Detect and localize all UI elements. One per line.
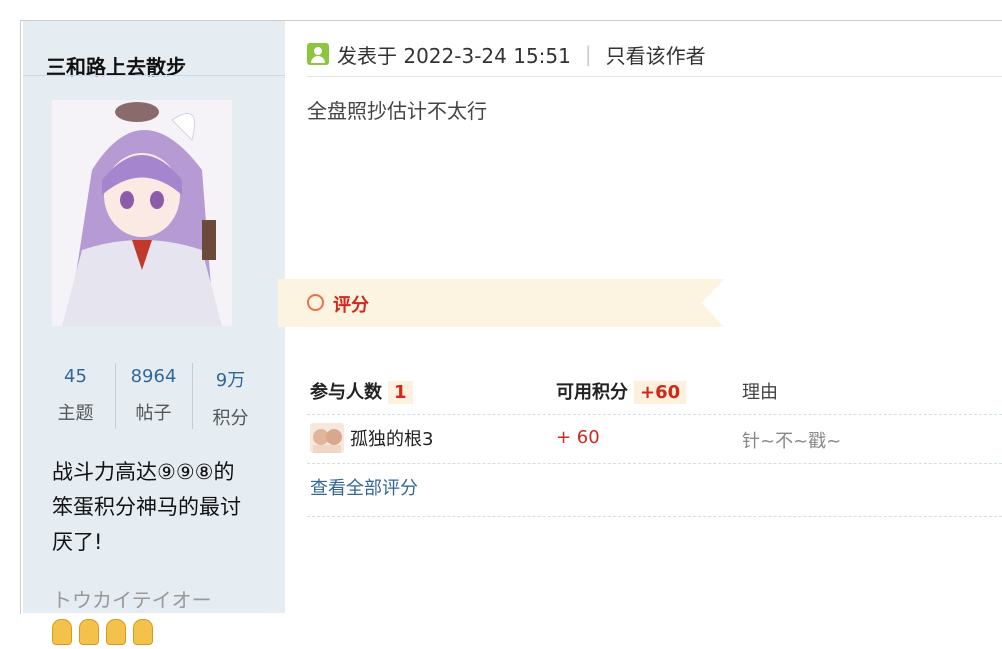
medal-icon[interactable] [52,619,72,645]
header-separator: | [584,42,592,66]
rater-score: + 60 [556,427,600,448]
author-bio: 战斗力高达⑨⑨⑧的笨蛋积分神马的最讨厌了! [52,460,241,554]
points-total-badge: +60 [634,381,687,404]
medal-icon[interactable] [106,619,127,645]
rating-header-row: 参与人数 1 可用积分 +60 理由 [307,366,1002,415]
header-divider [307,76,1002,77]
sidebar-divider [23,75,285,76]
rating-table: 参与人数 1 可用积分 +60 理由 孤独的根3 + 60 针~不~戳~ 查看全部评… [307,366,1002,517]
participants-header: 参与人数 1 [310,378,413,404]
rater: 孤独的根3 [310,423,433,453]
rater-avatar-illustration [310,423,344,453]
stat-label: 主题 [57,403,94,424]
post-content: 全盘照抄估计不太行 [307,99,487,123]
reason-header: 理由 [742,382,778,403]
avatar[interactable] [52,100,232,326]
stat-threads[interactable]: 45 主题 [37,361,114,431]
medal-row [52,619,155,645]
author-custom-title: トウカイテイオー [52,588,212,612]
post-header: 发表于 2022-3-24 15:51 | 只看该作者 [307,38,706,70]
stat-value: 8964 [130,366,177,387]
view-all-ratings-link[interactable]: 查看全部评分 [310,474,418,500]
avatar-illustration [52,100,232,326]
points-label: 可用积分 [556,382,628,403]
stat-value: 45 [64,366,87,387]
post-timestamp: 发表于 2022-3-24 15:51 [337,43,571,68]
rating-footer-row: 查看全部评分 [307,464,1002,517]
stat-points[interactable]: 9万 积分 [192,361,269,431]
author-only-link[interactable]: 只看该作者 [606,40,706,69]
stat-label: 积分 [212,408,249,429]
previous-post-edge [20,0,1002,21]
points-header: 可用积分 +60 [556,378,687,404]
rater-reason: 针~不~戳~ [742,431,842,452]
online-status-icon [307,43,329,65]
rating-title: 评分 [333,295,369,316]
stat-value: 9万 [215,370,246,391]
stat-label: 帖子 [135,403,172,424]
author-stats: 45 主题 8964 帖子 9万 积分 [23,361,285,431]
medal-icon[interactable] [133,619,154,645]
author-sidebar: 三和路上去散步 45 主题 8964 帖子 9万 积分 战斗力高达⑨⑨⑧的笨蛋积… [23,21,285,645]
rater-username[interactable]: 孤独的根3 [350,425,433,451]
medal-icon[interactable] [79,619,100,645]
rater-avatar[interactable] [310,423,344,453]
participants-label: 参与人数 [310,382,382,403]
rating-circle-icon [307,294,324,311]
stat-posts[interactable]: 8964 帖子 [115,361,192,431]
rating-entry-row: 孤独的根3 + 60 针~不~戳~ [307,415,1002,464]
participants-count-badge: 1 [388,381,413,404]
